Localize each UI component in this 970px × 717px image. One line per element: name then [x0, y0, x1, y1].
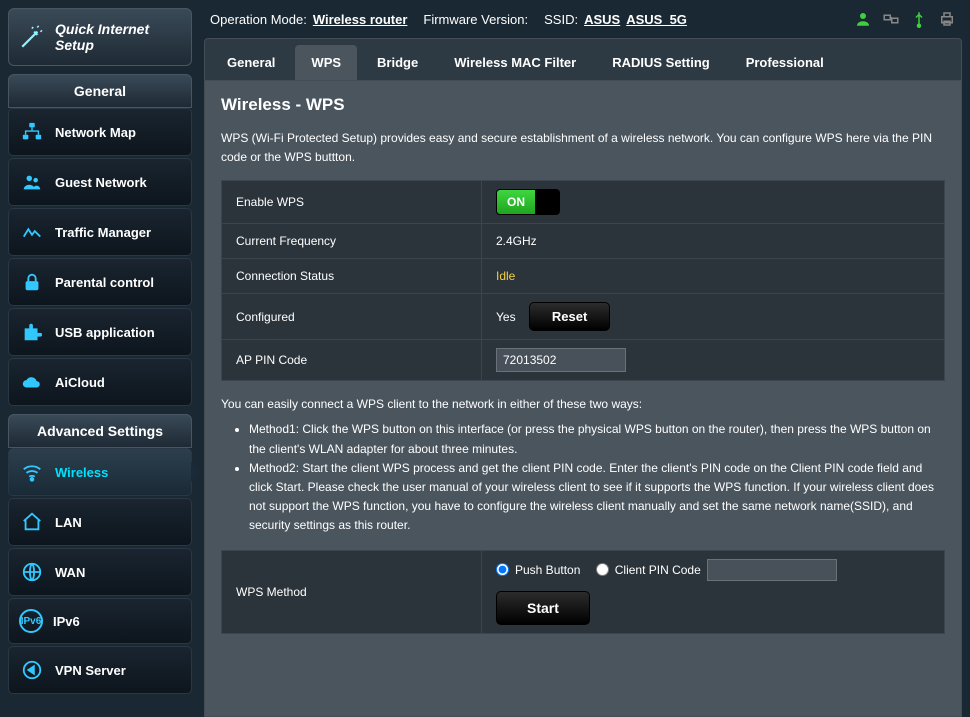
page-title: Wireless - WPS — [221, 95, 945, 115]
push-button-label: Push Button — [515, 563, 580, 577]
ap-pin-code-input[interactable] — [496, 348, 626, 372]
sidebar-item-label: WAN — [55, 565, 85, 580]
globe-icon — [19, 559, 45, 585]
client-pin-label: Client PIN Code — [615, 563, 701, 577]
connection-status-value: Idle — [496, 269, 515, 283]
sidebar-item-label: IPv6 — [53, 614, 80, 629]
network-map-icon — [19, 119, 45, 145]
sidebar-item-label: AiCloud — [55, 375, 105, 390]
start-button[interactable]: Start — [496, 591, 590, 625]
top-info-bar: Operation Mode: Wireless router Firmware… — [204, 6, 962, 38]
enable-wps-toggle[interactable]: ON — [496, 189, 560, 215]
sidebar-item-guest-network[interactable]: Guest Network — [8, 158, 192, 206]
sidebar-item-aicloud[interactable]: AiCloud — [8, 358, 192, 406]
home-icon — [19, 509, 45, 535]
sidebar-item-label: LAN — [55, 515, 82, 530]
sidebar-item-label: USB application — [55, 325, 155, 340]
advanced-section-header: Advanced Settings — [8, 414, 192, 448]
ssid-label: SSID: — [544, 12, 578, 27]
method2-text: Method2: Start the client WPS process an… — [249, 459, 945, 536]
wps-method-label: WPS Method — [222, 550, 482, 633]
sidebar-item-label: Guest Network — [55, 175, 147, 190]
sidebar-item-usb-application[interactable]: USB application — [8, 308, 192, 356]
current-frequency-value: 2.4GHz — [482, 224, 945, 259]
sidebar-item-wan[interactable]: WAN — [8, 548, 192, 596]
sidebar-item-label: Traffic Manager — [55, 225, 151, 240]
configured-label: Configured — [222, 294, 482, 340]
client-pin-radio[interactable] — [596, 563, 609, 576]
configured-value: Yes — [496, 310, 516, 324]
ipv6-icon: IPv6 — [19, 609, 43, 633]
connection-status-label: Connection Status — [222, 259, 482, 294]
operation-mode-label: Operation Mode: — [210, 12, 307, 27]
sidebar-item-wireless[interactable]: Wireless — [8, 448, 192, 496]
sidebar-item-label: VPN Server — [55, 663, 126, 678]
cloud-icon — [19, 369, 45, 395]
tab-bar: General WPS Bridge Wireless MAC Filter R… — [204, 38, 962, 81]
push-button-radio[interactable] — [496, 563, 509, 576]
sidebar-item-network-map[interactable]: Network Map — [8, 108, 192, 156]
tab-wps[interactable]: WPS — [295, 45, 357, 80]
current-frequency-label: Current Frequency — [222, 224, 482, 259]
lock-icon — [19, 269, 45, 295]
tab-general[interactable]: General — [211, 45, 291, 80]
network-status-icon[interactable] — [882, 10, 900, 28]
tab-bridge[interactable]: Bridge — [361, 45, 434, 80]
tab-professional[interactable]: Professional — [730, 45, 840, 80]
sidebar-item-label: Wireless — [55, 465, 108, 480]
sidebar-item-vpn-server[interactable]: VPN Server — [8, 646, 192, 694]
method1-text: Method1: Click the WPS button on this in… — [249, 420, 945, 458]
firmware-version-label: Firmware Version: — [423, 12, 528, 27]
ap-pin-code-label: AP PIN Code — [222, 340, 482, 381]
general-section-header: General — [8, 74, 192, 108]
quick-internet-setup-button[interactable]: Quick Internet Setup — [8, 8, 192, 66]
sidebar-item-parental-control[interactable]: Parental control — [8, 258, 192, 306]
sidebar-item-traffic-manager[interactable]: Traffic Manager — [8, 208, 192, 256]
quick-internet-setup-label: Quick Internet Setup — [55, 21, 181, 53]
page-description: WPS (Wi-Fi Protected Setup) provides eas… — [221, 129, 945, 166]
usb-status-icon[interactable] — [910, 10, 928, 28]
enable-wps-label: Enable WPS — [222, 181, 482, 224]
traffic-manager-icon — [19, 219, 45, 245]
sidebar-item-label: Parental control — [55, 275, 154, 290]
ssid-value-1[interactable]: ASUS — [584, 12, 620, 27]
methods-intro: You can easily connect a WPS client to t… — [221, 395, 945, 414]
vpn-icon — [19, 657, 45, 683]
user-status-icon[interactable] — [854, 10, 872, 28]
guest-network-icon — [19, 169, 45, 195]
tab-wireless-mac-filter[interactable]: Wireless MAC Filter — [438, 45, 592, 80]
settings-table: Enable WPS ON Current Frequency 2.4GHz C… — [221, 180, 945, 381]
wps-method-table: WPS Method Push Button Client PIN Code S… — [221, 550, 945, 634]
sidebar-item-lan[interactable]: LAN — [8, 498, 192, 546]
tab-radius-setting[interactable]: RADIUS Setting — [596, 45, 726, 80]
client-pin-input[interactable] — [707, 559, 837, 581]
ssid-value-2[interactable]: ASUS_5G — [626, 12, 687, 27]
toggle-on-label: ON — [497, 190, 535, 214]
printer-status-icon[interactable] — [938, 10, 956, 28]
wand-icon — [19, 23, 45, 51]
sidebar-item-label: Network Map — [55, 125, 136, 140]
puzzle-icon — [19, 319, 45, 345]
operation-mode-value[interactable]: Wireless router — [313, 12, 408, 27]
sidebar-item-ipv6[interactable]: IPv6 IPv6 — [8, 598, 192, 644]
wifi-icon — [19, 459, 45, 485]
reset-button[interactable]: Reset — [529, 302, 610, 331]
content-area: Wireless - WPS WPS (Wi-Fi Protected Setu… — [204, 81, 962, 717]
